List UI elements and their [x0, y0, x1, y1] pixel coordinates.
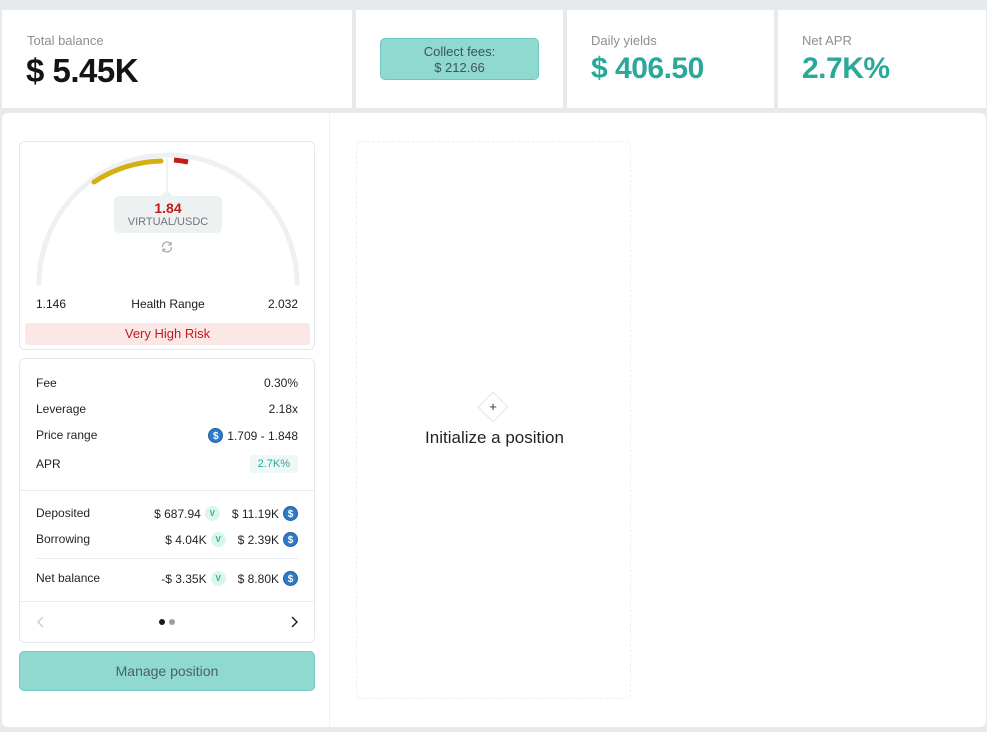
- apr-badge: 2.7K%: [249, 455, 298, 473]
- price-range-label: Price range: [36, 428, 98, 442]
- refresh-icon[interactable]: [160, 240, 174, 254]
- balances-divider: [36, 558, 298, 559]
- manage-position-button[interactable]: Manage position: [19, 651, 315, 691]
- gauge-red-arc: [173, 157, 189, 165]
- initialize-position-label: Initialize a position: [425, 428, 564, 447]
- borrowing-row: Borrowing $ 4.04K V $ 2.39K $: [36, 532, 298, 548]
- range-high: 2.032: [267, 297, 298, 311]
- stat-card-daily-yields: Daily yields $ 406.50: [567, 10, 774, 108]
- collect-fees-value: $ 212.66: [434, 60, 485, 75]
- column-divider: [329, 113, 330, 727]
- price-range-value: 1.709 - 1.848: [227, 428, 298, 443]
- gauge-pair: VIRTUAL/USDC: [127, 216, 209, 228]
- net-usdc-amount: $ 8.80K: [237, 571, 279, 586]
- virtual-icon: V: [210, 532, 226, 547]
- net-balance-row: Net balance -$ 3.35K V $ 8.80K $: [36, 571, 298, 587]
- health-gauge-panel: 1.84 VIRTUAL/USDC 1.146 Health Range 2.0…: [19, 141, 315, 350]
- price-range-row: Price range $ 1.709 - 1.848: [36, 428, 298, 444]
- apr-label: APR: [36, 457, 61, 471]
- collect-fees-label: Collect fees:: [423, 44, 496, 59]
- fee-value: 0.30%: [263, 376, 298, 390]
- leverage-row: Leverage 2.18x: [36, 402, 298, 418]
- deposited-label: Deposited: [36, 506, 91, 520]
- net-balance-label: Net balance: [36, 571, 101, 585]
- stat-card-total-balance: Total balance $ 5.45K: [2, 10, 352, 108]
- borrowing-virtual-amount: $ 4.04K: [165, 532, 207, 547]
- apr-row: APR 2.7K%: [36, 455, 298, 475]
- plus-glyph: +: [489, 399, 497, 414]
- daily-yields-value: $ 406.50: [591, 52, 704, 85]
- usdc-icon: $: [283, 532, 298, 547]
- net-apr-label: Net APR: [802, 33, 852, 48]
- pager-dot[interactable]: [169, 619, 175, 625]
- usdc-icon: $: [208, 428, 224, 443]
- pager-dots: [159, 619, 175, 625]
- borrowing-label: Borrowing: [36, 532, 91, 546]
- risk-badge: Very High Risk: [25, 323, 310, 345]
- net-virtual-amount: -$ 3.35K: [161, 571, 207, 586]
- gauge-price: 1.84: [154, 200, 182, 216]
- chevron-left-icon[interactable]: [34, 615, 48, 629]
- total-balance-value: $ 5.45K: [26, 52, 139, 89]
- deposited-usdc-amount: $ 11.19K: [231, 506, 279, 521]
- stat-card-net-apr: Net APR 2.7K%: [778, 10, 986, 108]
- initialize-position-card[interactable]: + Initialize a position: [356, 141, 631, 699]
- leverage-value: 2.18x: [268, 402, 298, 416]
- position-details-panel: Fee 0.30% Leverage 2.18x Price range $ 1…: [19, 358, 315, 643]
- total-balance-label: Total balance: [27, 33, 104, 48]
- borrowing-usdc-amount: $ 2.39K: [237, 532, 279, 547]
- pager-dot-active[interactable]: [159, 619, 165, 625]
- collect-fees-button[interactable]: Collect fees: $ 212.66: [380, 38, 539, 80]
- fee-label: Fee: [36, 376, 57, 390]
- pager-divider: [20, 601, 314, 602]
- fee-row: Fee 0.30%: [36, 376, 298, 392]
- details-divider: [20, 490, 314, 491]
- virtual-icon: V: [210, 571, 226, 586]
- deposited-row: Deposited $ 687.94 V $ 11.19K $: [36, 506, 298, 522]
- leverage-label: Leverage: [36, 402, 87, 416]
- virtual-icon: V: [204, 506, 220, 521]
- chevron-right-icon[interactable]: [287, 615, 301, 629]
- deposited-virtual-amount: $ 687.94: [154, 506, 201, 521]
- net-apr-value: 2.7K%: [802, 52, 890, 85]
- daily-yields-label: Daily yields: [591, 33, 657, 48]
- usdc-icon: $: [283, 506, 298, 521]
- usdc-icon: $: [283, 571, 298, 586]
